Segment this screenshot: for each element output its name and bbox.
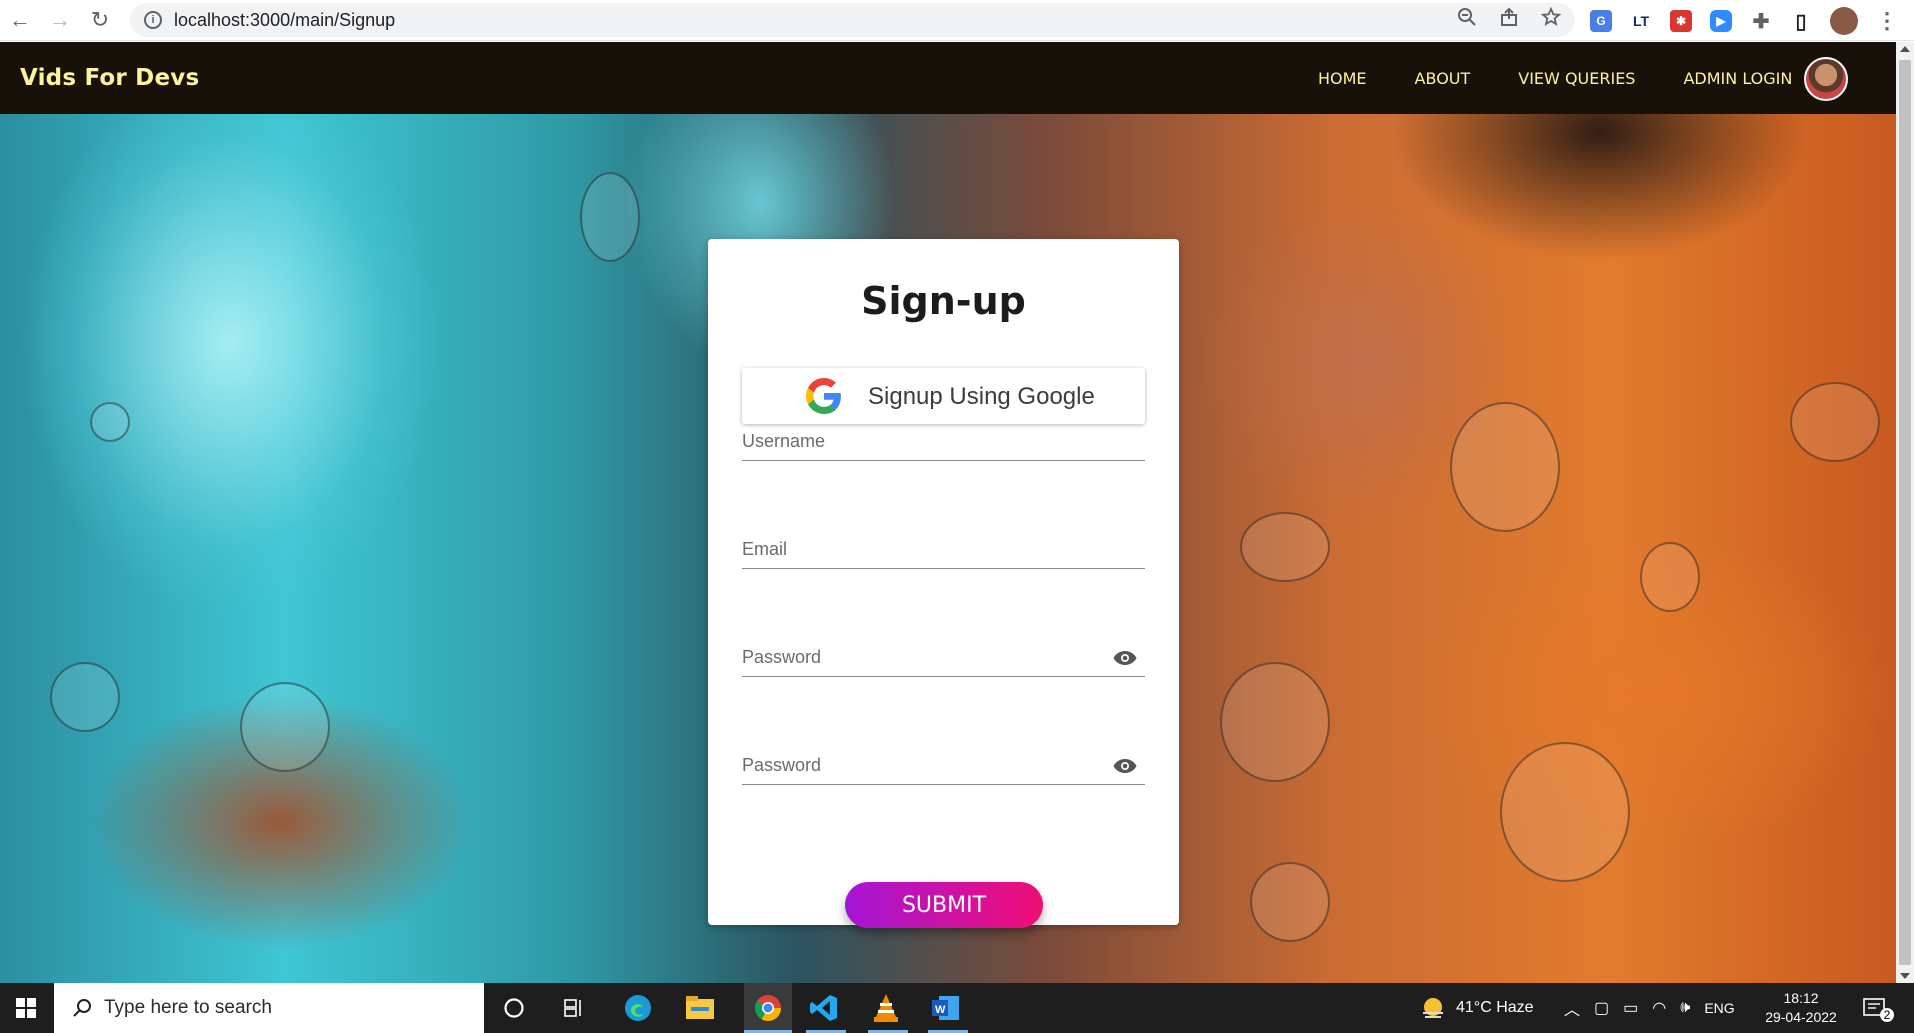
meet-now-icon[interactable]: ▢: [1594, 998, 1609, 1018]
side-panel-icon[interactable]: ▯: [1790, 10, 1812, 33]
search-placeholder: Type here to search: [104, 997, 272, 1018]
background-drop: [1640, 542, 1700, 612]
background-drop: [580, 172, 640, 262]
forward-button[interactable]: →: [40, 0, 80, 41]
password-label: Password: [742, 647, 822, 667]
search-icon: [73, 999, 91, 1017]
background-drop: [240, 682, 330, 772]
nav-about[interactable]: ABOUT: [1391, 69, 1495, 88]
menu-icon[interactable]: ⋮: [1876, 8, 1898, 33]
url-text[interactable]: localhost:3000/main/Signup: [174, 10, 395, 31]
weather-haze-icon: [1423, 998, 1443, 1018]
system-tray: ︿ ▢ ▭ ◠ 🕪 ENG: [1564, 983, 1735, 1033]
cortana-icon[interactable]: [496, 990, 532, 1026]
translate-icon[interactable]: G: [1590, 10, 1612, 32]
scroll-thumb[interactable]: [1899, 60, 1911, 965]
file-explorer-icon[interactable]: [682, 990, 718, 1026]
clock-time: 18:12: [1783, 990, 1819, 1006]
background-drop: [1450, 402, 1560, 532]
email-field[interactable]: Email: [742, 539, 1145, 569]
nav-admin-login[interactable]: ADMIN LOGIN: [1659, 69, 1816, 88]
chrome-icon[interactable]: [744, 983, 792, 1033]
google-icon: [806, 378, 841, 414]
signup-card: Sign-up Signup Using Google Username Ema…: [708, 239, 1179, 928]
zoom-icon[interactable]: [1457, 7, 1477, 33]
app-navbar: Vids For Devs HOME ABOUT VIEW QUERIES AD…: [0, 42, 1896, 114]
word-icon[interactable]: W: [928, 990, 964, 1026]
clock-date: 29-04-2022: [1765, 1009, 1837, 1025]
page-title: Sign-up: [861, 279, 1026, 323]
vscode-icon[interactable]: [806, 990, 842, 1026]
google-signup-button[interactable]: Signup Using Google: [742, 368, 1145, 424]
background-drop: [1240, 512, 1330, 582]
site-info-icon[interactable]: i: [144, 11, 162, 29]
start-button[interactable]: [0, 983, 52, 1033]
background-drop: [1790, 382, 1880, 462]
windows-logo-icon: [16, 998, 36, 1018]
edge-icon[interactable]: [620, 990, 656, 1026]
eye-icon[interactable]: [1113, 755, 1137, 777]
address-bar[interactable]: i localhost:3000/main/Signup: [130, 3, 1575, 37]
share-icon[interactable]: [1499, 7, 1519, 33]
password-field[interactable]: Password: [742, 647, 1145, 677]
reload-button[interactable]: ↻: [80, 0, 120, 41]
background-drop: [1250, 862, 1330, 942]
lt-icon[interactable]: LT: [1630, 10, 1652, 32]
windows-taskbar: Type here to search W 41°C Haze ︿ ▢ ▭ ◠ …: [0, 983, 1914, 1033]
vlc-icon[interactable]: [868, 990, 904, 1026]
background-drop: [90, 402, 130, 442]
background-drop: [50, 662, 120, 732]
user-avatar[interactable]: [1804, 57, 1848, 101]
show-hidden-icons-icon[interactable]: ︿: [1564, 996, 1580, 1020]
profile-icon[interactable]: [1830, 7, 1858, 35]
scroll-down-icon[interactable]: [1900, 973, 1910, 979]
puzzle-icon[interactable]: ✚: [1750, 10, 1772, 33]
confirm-password-field[interactable]: Password: [742, 755, 1145, 785]
volume-icon[interactable]: 🕪: [1680, 999, 1690, 1017]
browser-toolbar: ← → ↻ i localhost:3000/main/Signup G LT …: [0, 0, 1914, 41]
nav-view-queries[interactable]: VIEW QUERIES: [1494, 69, 1659, 88]
email-label: Email: [742, 539, 788, 559]
weather-text: 41°C Haze: [1456, 999, 1534, 1016]
background-drop: [1220, 662, 1330, 782]
notification-center[interactable]: 2: [1862, 983, 1894, 1033]
zoom-app-icon[interactable]: ▶: [1710, 10, 1732, 32]
notification-count: 2: [1880, 1008, 1894, 1022]
nav-home[interactable]: HOME: [1294, 69, 1391, 88]
language-indicator[interactable]: ENG: [1704, 1000, 1734, 1016]
page-scrollbar[interactable]: [1896, 42, 1914, 983]
nav-links: HOME ABOUT VIEW QUERIES ADMIN LOGIN: [1294, 42, 1816, 114]
system-clock[interactable]: 18:12 29-04-2022: [1758, 989, 1844, 1027]
username-label: Username: [742, 431, 826, 451]
brand-logo[interactable]: Vids For Devs: [20, 65, 199, 91]
task-view-icon[interactable]: [556, 990, 592, 1026]
eye-icon[interactable]: [1113, 647, 1137, 669]
weather-widget[interactable]: 41°C Haze: [1420, 983, 1534, 1033]
username-field[interactable]: Username: [742, 431, 1145, 461]
google-signup-label: Signup Using Google: [868, 383, 1095, 410]
submit-button[interactable]: SUBMIT: [845, 882, 1043, 928]
confirm-password-label: Password: [742, 755, 822, 775]
star-icon[interactable]: [1540, 6, 1562, 33]
battery-icon[interactable]: ▭: [1623, 998, 1638, 1018]
background-drop: [1500, 742, 1630, 882]
wifi-icon[interactable]: ◠: [1652, 998, 1666, 1018]
page-viewport: Vids For Devs HOME ABOUT VIEW QUERIES AD…: [0, 42, 1896, 983]
taskbar-search[interactable]: Type here to search: [54, 983, 484, 1033]
back-button[interactable]: ←: [0, 0, 40, 41]
scroll-up-icon[interactable]: [1900, 46, 1910, 52]
bug-icon[interactable]: ✱: [1670, 10, 1692, 32]
svg-text:W: W: [935, 1004, 946, 1016]
